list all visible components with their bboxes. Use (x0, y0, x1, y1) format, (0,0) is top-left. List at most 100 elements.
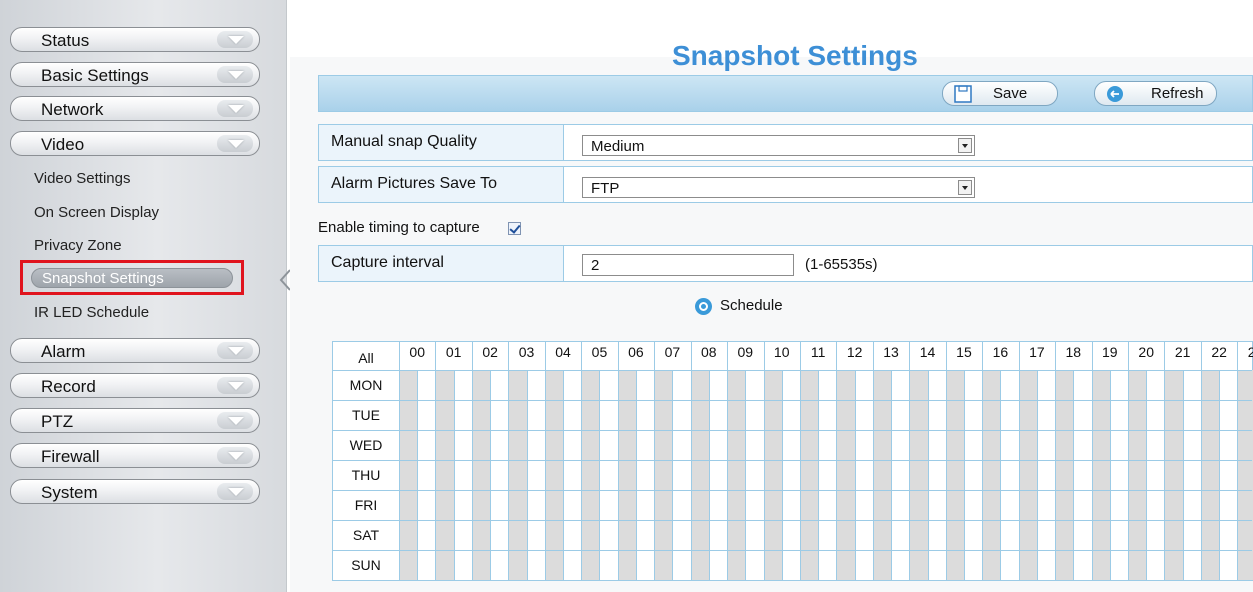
schedule-cell[interactable] (544, 550, 564, 580)
schedule-cell[interactable] (1000, 490, 1019, 520)
schedule-cell[interactable] (1128, 520, 1147, 550)
schedule-cell[interactable] (1036, 550, 1056, 580)
hour-label-13[interactable]: 13 (873, 344, 909, 360)
schedule-cell[interactable] (599, 370, 618, 400)
schedule-cell[interactable] (781, 400, 800, 430)
hour-label-21[interactable]: 21 (1164, 344, 1200, 360)
schedule-cell[interactable] (708, 550, 728, 580)
select-all-label[interactable]: All (333, 350, 399, 366)
schedule-cell[interactable] (1109, 490, 1128, 520)
schedule-cell[interactable] (1055, 430, 1074, 460)
schedule-cell[interactable] (1164, 460, 1183, 490)
schedule-cell[interactable] (818, 370, 837, 400)
schedule-cell[interactable] (563, 550, 582, 580)
schedule-cell[interactable] (471, 460, 491, 490)
schedule-cell[interactable] (909, 370, 928, 400)
alarm-pictures-save-to-select[interactable]: FTP (582, 177, 975, 198)
schedule-cell[interactable] (635, 400, 655, 430)
schedule-cell[interactable] (581, 370, 600, 400)
schedule-cell[interactable] (526, 430, 545, 460)
schedule-cell[interactable] (745, 370, 764, 400)
hour-label-03[interactable]: 03 (508, 344, 544, 360)
schedule-cell[interactable] (1182, 490, 1201, 520)
hour-label-08[interactable]: 08 (691, 344, 727, 360)
schedule-cell[interactable] (690, 520, 709, 550)
schedule-cell[interactable] (1219, 400, 1238, 430)
schedule-cell[interactable] (1128, 370, 1147, 400)
schedule-cell[interactable] (799, 460, 819, 490)
schedule-cell[interactable] (1200, 460, 1220, 490)
schedule-cell[interactable] (1146, 550, 1165, 580)
schedule-cell[interactable] (617, 520, 636, 550)
hour-label-14[interactable]: 14 (909, 344, 945, 360)
schedule-cell[interactable] (836, 490, 855, 520)
schedule-cell[interactable] (1182, 460, 1201, 490)
schedule-cell[interactable] (635, 490, 655, 520)
schedule-cell[interactable] (1018, 460, 1037, 490)
schedule-cell[interactable] (909, 460, 928, 490)
schedule-cell[interactable] (745, 460, 764, 490)
schedule-cell[interactable] (1200, 550, 1220, 580)
schedule-cell[interactable] (563, 430, 582, 460)
schedule-cell[interactable] (417, 460, 436, 490)
schedule-cell[interactable] (708, 370, 728, 400)
schedule-cell[interactable] (982, 520, 1001, 550)
schedule-cell[interactable] (963, 430, 983, 460)
schedule-cell[interactable] (690, 400, 709, 430)
schedule-cell[interactable] (1182, 400, 1201, 430)
schedule-cell[interactable] (1200, 520, 1220, 550)
schedule-cell[interactable] (1091, 460, 1110, 490)
schedule-cell[interactable] (1164, 550, 1183, 580)
hour-label-09[interactable]: 09 (727, 344, 763, 360)
capture-interval-input[interactable] (582, 254, 794, 276)
day-label-tue[interactable]: TUE (333, 407, 399, 423)
schedule-cell[interactable] (836, 400, 855, 430)
schedule-cell[interactable] (435, 370, 454, 400)
schedule-cell[interactable] (490, 400, 509, 430)
schedule-cell[interactable] (508, 460, 527, 490)
menu-basic-settings[interactable]: Basic Settings (10, 62, 260, 87)
schedule-cell[interactable] (1200, 370, 1220, 400)
schedule-cell[interactable] (453, 430, 472, 460)
schedule-cell[interactable] (526, 550, 545, 580)
schedule-cell[interactable] (563, 460, 582, 490)
schedule-cell[interactable] (818, 550, 837, 580)
schedule-cell[interactable] (982, 460, 1001, 490)
schedule-cell[interactable] (1237, 430, 1253, 460)
schedule-cell[interactable] (799, 520, 819, 550)
schedule-cell[interactable] (526, 460, 545, 490)
schedule-cell[interactable] (1200, 490, 1220, 520)
schedule-cell[interactable] (854, 400, 873, 430)
schedule-cell[interactable] (745, 430, 764, 460)
schedule-cell[interactable] (727, 370, 746, 400)
schedule-cell[interactable] (1073, 400, 1092, 430)
schedule-cell[interactable] (854, 460, 873, 490)
schedule-cell[interactable] (563, 400, 582, 430)
schedule-cell[interactable] (617, 490, 636, 520)
schedule-cell[interactable] (727, 490, 746, 520)
schedule-cell[interactable] (1128, 550, 1147, 580)
schedule-cell[interactable] (763, 400, 782, 430)
hour-label-11[interactable]: 11 (800, 344, 836, 360)
schedule-cell[interactable] (1073, 490, 1092, 520)
schedule-cell[interactable] (945, 430, 964, 460)
schedule-cell[interactable] (635, 520, 655, 550)
schedule-cell[interactable] (526, 520, 545, 550)
hour-label-00[interactable]: 00 (399, 344, 435, 360)
schedule-cell[interactable] (1018, 400, 1037, 430)
schedule-cell[interactable] (399, 430, 418, 460)
hour-label-17[interactable]: 17 (1019, 344, 1055, 360)
schedule-cell[interactable] (654, 370, 673, 400)
schedule-cell[interactable] (1219, 460, 1238, 490)
schedule-cell[interactable] (453, 370, 472, 400)
schedule-cell[interactable] (508, 370, 527, 400)
schedule-cell[interactable] (399, 400, 418, 430)
schedule-cell[interactable] (544, 520, 564, 550)
schedule-cell[interactable] (963, 550, 983, 580)
schedule-cell[interactable] (963, 490, 983, 520)
schedule-cell[interactable] (617, 370, 636, 400)
schedule-cell[interactable] (1055, 460, 1074, 490)
schedule-cell[interactable] (1164, 370, 1183, 400)
schedule-cell[interactable] (963, 370, 983, 400)
menu-firewall[interactable]: Firewall (10, 443, 260, 468)
